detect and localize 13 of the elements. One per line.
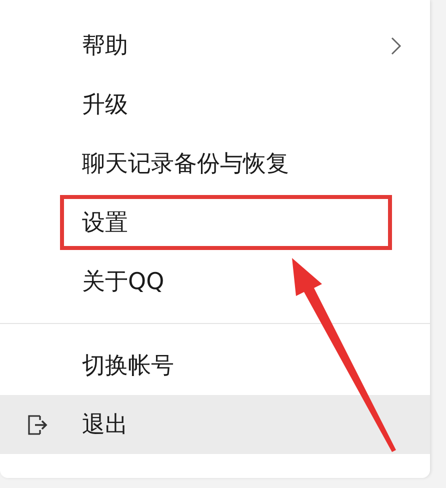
menu-item-label: 切换帐号 (82, 352, 174, 381)
menu-item[interactable]: 升级 (0, 75, 430, 134)
menu-item-label: 聊天记录备份与恢复 (82, 150, 289, 179)
menu-item[interactable]: 退出 (0, 395, 430, 454)
menu-item[interactable]: 帮助 (0, 16, 430, 75)
menu-item[interactable]: 切换帐号 (0, 336, 430, 395)
menu-item[interactable]: 设置 (0, 193, 430, 252)
menu-item[interactable]: 关于QQ (0, 252, 430, 311)
menu-item-label: 关于QQ (82, 268, 164, 297)
menu-item[interactable]: 聊天记录备份与恢复 (0, 134, 430, 193)
menu-item-label: 退出 (82, 411, 128, 440)
menu-item-label: 升级 (82, 91, 128, 120)
menu-item-label: 帮助 (82, 32, 128, 61)
